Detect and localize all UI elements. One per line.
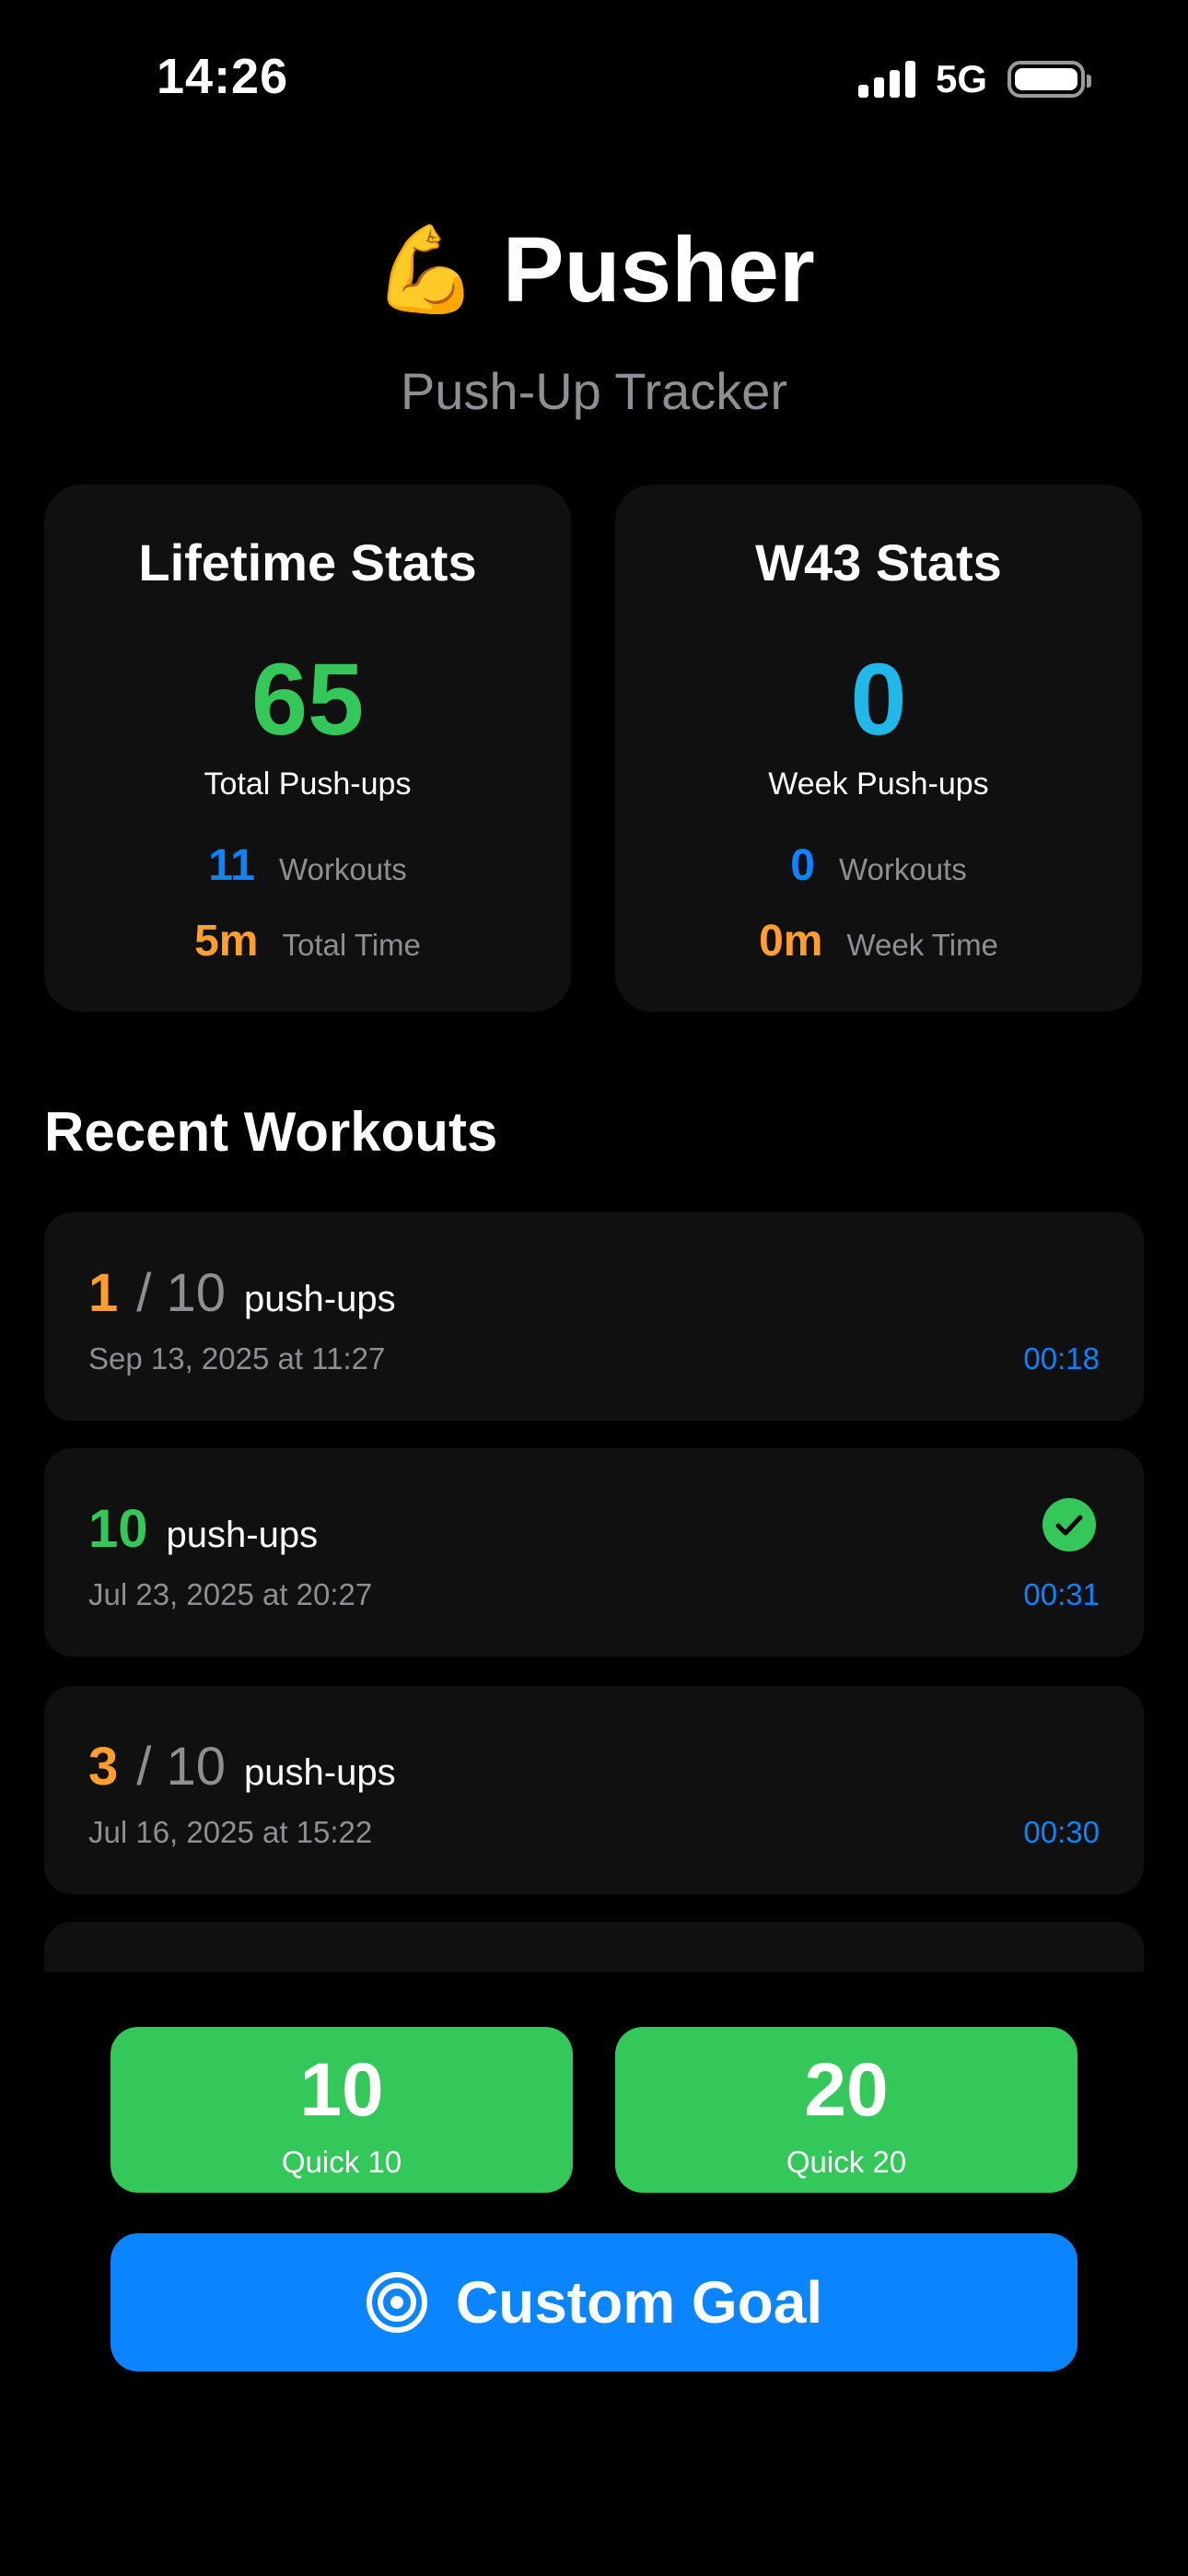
- network-label: 5G: [935, 57, 987, 100]
- lifetime-stats-card: Lifetime Stats 65 Total Push-ups 11 Work…: [44, 485, 571, 1012]
- quick-10-label: Quick 10: [281, 2145, 402, 2179]
- lifetime-time-value: 5m: [194, 917, 259, 966]
- card-title: W43 Stats: [755, 533, 1002, 591]
- lifetime-time-label: Total Time: [282, 928, 421, 962]
- week-time-row: 0m Week Time: [615, 916, 1142, 966]
- workout-count: 3: [88, 1737, 119, 1797]
- workout-summary: 3 / 10 push-ups: [88, 1736, 396, 1797]
- workout-summary: 10 push-ups: [88, 1498, 318, 1560]
- week-time-value: 0m: [759, 917, 823, 966]
- workout-date: Jul 16, 2025 at 15:22: [88, 1815, 373, 1849]
- custom-goal-label: Custom Goal: [455, 2269, 823, 2336]
- quick-10-button[interactable]: 10 Quick 10: [111, 2027, 573, 2193]
- week-time-label: Week Time: [846, 928, 998, 962]
- workout-row[interactable]: 3 / 10 push-ups Jul 16, 2025 at 15:22 00…: [44, 1686, 1144, 1894]
- quick-20-value: 20: [804, 2048, 889, 2132]
- lifetime-total: 65: [250, 643, 365, 756]
- workout-count: 10: [88, 1499, 148, 1559]
- week-total-label: Week Push-ups: [768, 767, 989, 802]
- workout-unit: push-ups: [166, 1515, 319, 1555]
- recent-workouts-title: Recent Workouts: [44, 1101, 498, 1163]
- workout-summary: 1 / 10 push-ups: [88, 1262, 396, 1324]
- app-header: 💪 Pusher: [0, 217, 1188, 323]
- workout-row[interactable]: 1 / 10 push-ups Sep 13, 2025 at 11:27 00…: [44, 1212, 1144, 1421]
- workout-count: 1: [88, 1263, 119, 1323]
- workout-goal-separator: / 10: [136, 1737, 227, 1797]
- week-stats-card: W43 Stats 0 Week Push-ups 0 Workouts 0m …: [615, 485, 1142, 1012]
- workout-unit: push-ups: [244, 1752, 396, 1793]
- flexed-biceps-icon: 💪: [373, 223, 479, 317]
- workout-duration: 00:18: [1023, 1341, 1100, 1376]
- quick-10-value: 10: [299, 2048, 384, 2132]
- workout-date: Jul 23, 2025 at 20:27: [88, 1577, 373, 1611]
- target-icon: [366, 2272, 427, 2333]
- lifetime-workouts-label: Workouts: [278, 852, 407, 886]
- quick-20-button[interactable]: 20 Quick 20: [615, 2027, 1077, 2193]
- lifetime-time-row: 5m Total Time: [44, 916, 571, 966]
- signal-icon: [857, 61, 915, 98]
- app-title: Pusher: [502, 218, 815, 322]
- status-time: 14:26: [157, 49, 289, 104]
- app-subtitle: Push-Up Tracker: [400, 362, 788, 420]
- workout-date: Sep 13, 2025 at 11:27: [88, 1341, 386, 1376]
- card-title: Lifetime Stats: [138, 533, 477, 591]
- completed-check-icon: [1042, 1498, 1096, 1551]
- quick-20-label: Quick 20: [786, 2145, 907, 2179]
- lifetime-total-label: Total Push-ups: [204, 767, 412, 802]
- workout-goal-separator: / 10: [136, 1263, 227, 1323]
- week-workouts-value: 0: [790, 841, 815, 890]
- status-indicators: 5G: [857, 57, 1091, 101]
- week-workouts-row: 0 Workouts: [615, 840, 1142, 891]
- lifetime-workouts-row: 11 Workouts: [44, 840, 571, 891]
- week-workouts-label: Workouts: [838, 852, 967, 886]
- workout-unit: push-ups: [244, 1279, 396, 1319]
- week-total: 0: [850, 643, 907, 756]
- custom-goal-button[interactable]: Custom Goal: [111, 2233, 1077, 2371]
- battery-icon: [1007, 61, 1091, 98]
- workout-duration: 00:30: [1023, 1815, 1100, 1849]
- lifetime-workouts-value: 11: [208, 841, 255, 890]
- workout-duration: 00:31: [1023, 1577, 1100, 1611]
- workout-row[interactable]: 10 push-ups Jul 23, 2025 at 20:27 00:31: [44, 1448, 1144, 1657]
